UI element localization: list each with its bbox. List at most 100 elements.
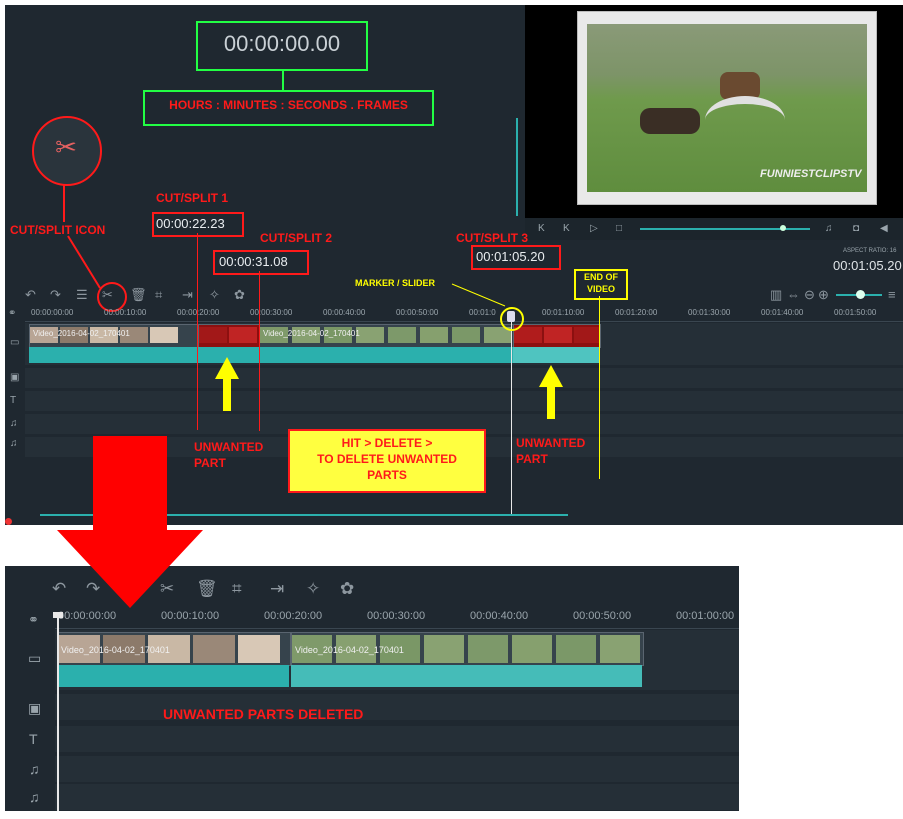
thumbnail (388, 327, 416, 343)
zoom-fit-icon[interactable]: ▥ (770, 287, 782, 303)
thumbnail (600, 635, 640, 663)
undo-icon[interactable]: ↶ (25, 287, 36, 303)
text-track-icon: T (10, 395, 17, 406)
ruler-label: 00:01:40:00 (761, 308, 804, 317)
link-icon[interactable]: ⚭ (28, 612, 39, 628)
thumbnail (556, 635, 596, 663)
thumbnail (512, 635, 552, 663)
clip-label: Video_2016-04-02_170401 (295, 645, 404, 655)
ruler-label: 00:00:30:00 (367, 610, 426, 622)
playhead-handle[interactable] (507, 311, 515, 322)
ruler-label: 00:00:30:00 (250, 308, 293, 317)
end-label-2: VIDEO (586, 284, 615, 294)
clip-segment[interactable]: Video_2016-04-02_170401 (259, 324, 514, 348)
mic-icon[interactable]: ♫ (825, 223, 833, 234)
connector-line (63, 184, 65, 222)
marker-label: MARKER / SLIDER (355, 278, 436, 288)
clip-segment[interactable]: Video_2016-04-02_170401 (57, 632, 291, 666)
arch-shape (705, 96, 785, 144)
palette-icon[interactable]: ✿ (234, 287, 245, 303)
playback-handle[interactable] (780, 225, 786, 231)
image-track-icon: ▣ (28, 700, 42, 716)
zoom-out-icon[interactable]: ⊖ (804, 287, 815, 303)
thumbnail (468, 635, 508, 663)
pin-icon[interactable]: ✧ (306, 579, 320, 599)
redo-icon[interactable]: ↷ (50, 287, 61, 303)
thumbnail (452, 327, 480, 343)
instruction-line: TO DELETE UNWANTED (317, 452, 457, 466)
ruler-label: 00:01:20:00 (615, 308, 658, 317)
aspect-ratio-label: ASPECT RATIO: 16 (843, 248, 897, 254)
link-icon[interactable]: ⚭ (8, 308, 16, 319)
deleted-caption: UNWANTED PARTS DELETED (163, 706, 364, 722)
prev-frame-button[interactable]: K (563, 223, 570, 234)
thumbnail (544, 327, 572, 343)
camera-icon[interactable]: ◘ (853, 223, 859, 234)
image-track-icon: ▣ (10, 372, 20, 383)
export-icon[interactable]: ⇥ (270, 579, 284, 599)
ruler-label: 00:00:50:00 (573, 610, 632, 622)
zoom-width-icon[interactable]: ⇔ (787, 287, 800, 302)
clip-label: Video_2016-04-02_170401 (263, 329, 360, 338)
play-button[interactable]: ▷ (590, 223, 598, 234)
connector-line (282, 69, 284, 90)
crop-icon[interactable]: ⌗ (155, 287, 162, 303)
clip-segment-unwanted[interactable] (513, 324, 601, 348)
thumbnail (356, 327, 384, 343)
cut3-label: CUT/SPLIT 3 (456, 231, 529, 245)
menu-icon[interactable]: ≡ (888, 287, 896, 302)
adjust-icon[interactable]: ☰ (76, 287, 88, 303)
clip-segment[interactable]: Video_2016-04-02_170401 (29, 324, 198, 348)
stop-button[interactable]: □ (616, 223, 622, 234)
playhead[interactable] (511, 314, 512, 514)
step-back-button[interactable]: K (538, 223, 545, 234)
crop-icon[interactable]: ⌗ (232, 579, 242, 599)
audio-track-icon: ♫ (29, 761, 40, 777)
end-line (599, 296, 600, 479)
clip-segment[interactable]: Video_2016-04-02_170401 (291, 632, 644, 666)
volume-icon[interactable]: ◀ (880, 223, 888, 234)
clip-segment-unwanted[interactable] (198, 324, 260, 348)
instruction-line: HIT > DELETE > (341, 436, 433, 450)
cut-line-2 (259, 271, 260, 431)
palette-icon[interactable]: ✿ (340, 579, 354, 599)
instruction-line: PARTS (367, 468, 407, 482)
ruler-label: 00:00:50:00 (396, 308, 439, 317)
ruler-label: 00:00:40:00 (323, 308, 366, 317)
timecode-text: 00:00:00.00 (223, 31, 341, 56)
audio-waveform-unwanted (513, 347, 599, 363)
thumbnail (514, 327, 542, 343)
preview-watermark: FUNNIESTCLIPSTV (760, 168, 862, 180)
audio-track-icon: ♫ (29, 789, 40, 805)
zoom-slider-handle[interactable] (856, 290, 865, 299)
text-track (55, 726, 739, 752)
playhead-handle[interactable] (53, 612, 63, 618)
thumbnail (199, 327, 227, 343)
zoom-in-icon[interactable]: ⊕ (818, 287, 829, 303)
text-track (25, 391, 903, 411)
ruler-label: 00:00:20:00 (177, 308, 220, 317)
playhead[interactable] (57, 612, 59, 811)
thumbnail (150, 327, 178, 343)
unwanted-label: PART (516, 452, 548, 466)
ruler-label: 00:00:00:00 (58, 610, 117, 622)
image-track (55, 694, 739, 720)
ruler-label: 00:01:50:00 (834, 308, 877, 317)
goat-shape (640, 108, 700, 134)
ruler-label: 00:01:00:00 (676, 610, 735, 622)
ruler-label: 00:01:0 (469, 308, 496, 317)
ruler-label: 00:01:30:00 (688, 308, 731, 317)
pointer-line (67, 235, 101, 289)
pin-icon[interactable]: ✧ (209, 287, 220, 303)
cut-line-1 (197, 233, 198, 430)
cut2-label: CUT/SPLIT 2 (260, 231, 333, 245)
cut3-time: 00:01:05.20 (476, 249, 545, 264)
audio-waveform (291, 665, 642, 687)
trash-icon[interactable]: 🗑 (130, 287, 147, 303)
arrow-up-icon (539, 365, 563, 419)
audio-track-icon: ♫ (10, 438, 18, 449)
scissors-icon[interactable]: ✂ (102, 287, 113, 303)
clip-label: Video_2016-04-02_170401 (33, 329, 130, 338)
audio-track-icon: ♫ (10, 418, 18, 429)
export-icon[interactable]: ⇥ (182, 287, 193, 303)
